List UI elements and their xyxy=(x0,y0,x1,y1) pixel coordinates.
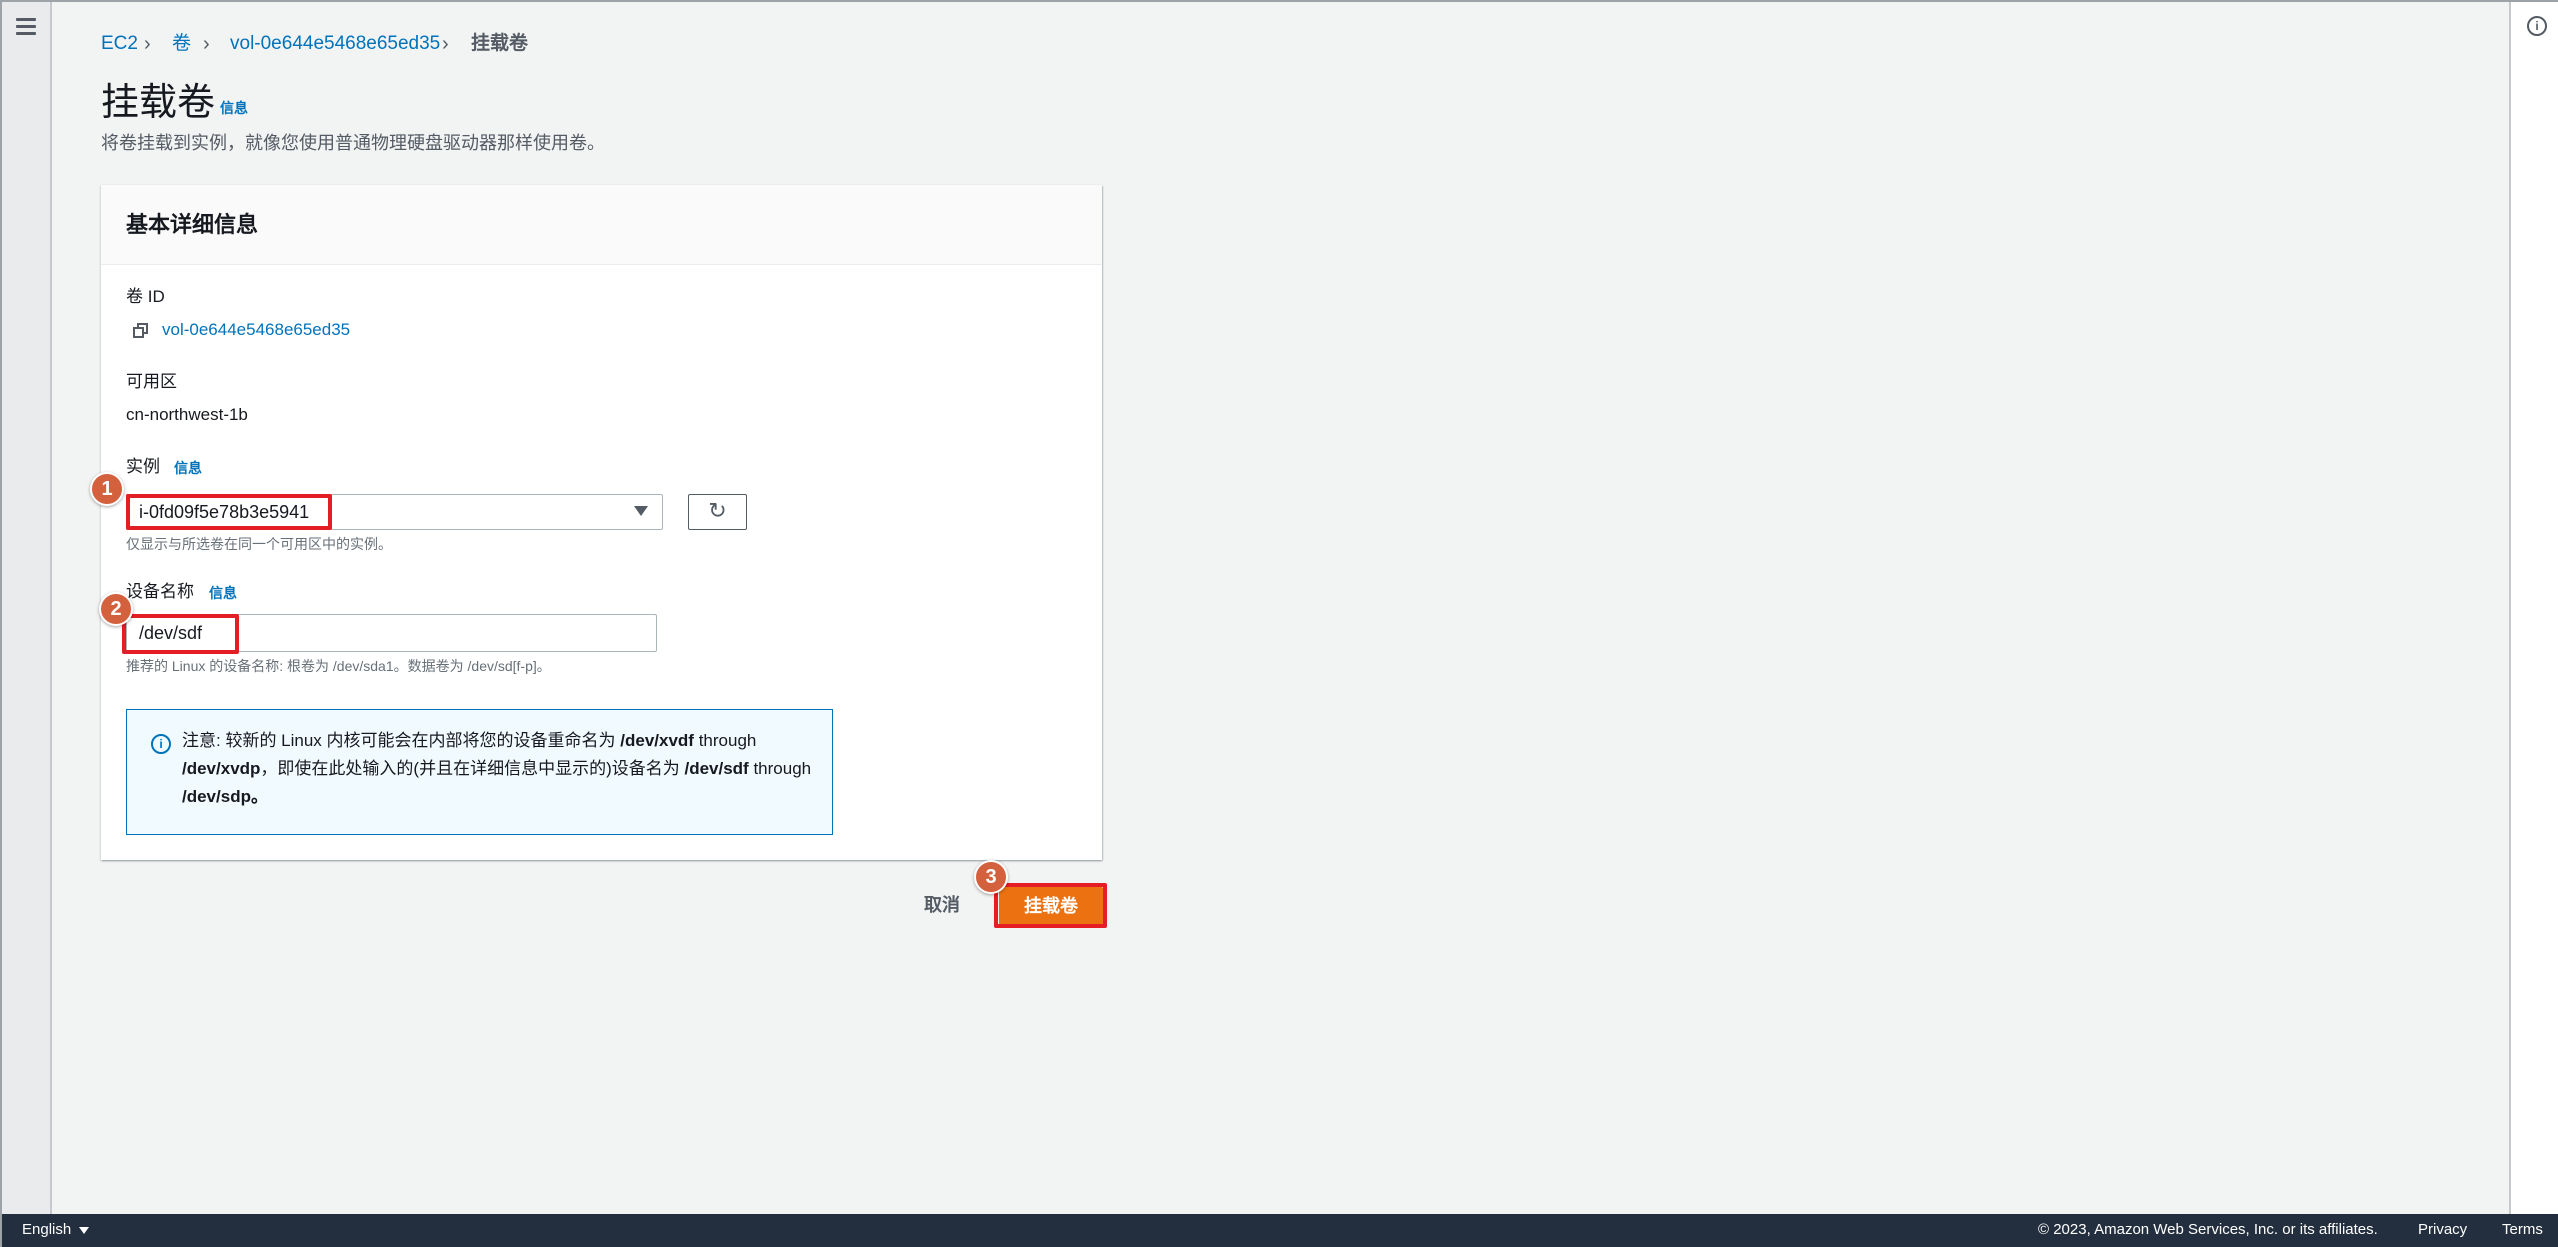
info-callout: i 注意: 较新的 Linux 内核可能会在内部将您的设备重命名为 /dev/x… xyxy=(126,709,833,835)
instance-label: 实例 xyxy=(126,457,160,476)
chevron-right-icon: › xyxy=(144,33,151,55)
instance-info-link[interactable]: 信息 xyxy=(174,458,202,478)
terms-link[interactable]: Terms xyxy=(2502,1220,2543,1240)
callout-device-path: /dev/xvdf xyxy=(620,731,694,750)
callout-text: 注意: 较新的 Linux 内核可能会在内部将您的设备重命名为 /dev/xvd… xyxy=(182,727,812,811)
cancel-button[interactable]: 取消 xyxy=(924,892,960,918)
page-title: 挂载卷 xyxy=(101,82,216,124)
page-description: 将卷挂载到实例，就像您使用普通物理硬盘驱动器那样使用卷。 xyxy=(101,133,605,153)
chevron-right-icon: › xyxy=(203,33,210,55)
language-select[interactable]: English xyxy=(22,1220,90,1240)
callout-text-part: 注意: 较新的 Linux 内核可能会在内部将您的设备重命名为 xyxy=(182,731,621,750)
instance-hint: 仅显示与所选卷在同一个可用区中的实例。 xyxy=(126,536,392,552)
attach-volume-button[interactable]: 挂载卷 xyxy=(999,887,1103,925)
hamburger-menu-icon[interactable] xyxy=(16,18,36,36)
basic-details-card: 基本详细信息 卷 ID vol-0e644e5468e65ed35 可用区 cn… xyxy=(101,185,1102,860)
device-name-input[interactable] xyxy=(126,614,657,652)
info-circle-icon[interactable]: i xyxy=(2527,16,2547,36)
callout-text-part: ，即使在此处输入的(并且在详细信息中显示的)设备名为 xyxy=(260,759,685,778)
copy-icon[interactable] xyxy=(133,323,149,339)
callout-text-part: through xyxy=(748,759,812,778)
callout-device-path: /dev/sdp。 xyxy=(182,787,268,806)
callout-device-path: /dev/sdf xyxy=(684,759,749,778)
callout-device-path: /dev/xvdp xyxy=(182,759,261,778)
breadcrumb-volume-id[interactable]: vol-0e644e5468e65ed35 xyxy=(230,30,440,58)
callout-text-part: through xyxy=(693,731,757,750)
caret-down-icon xyxy=(79,1226,90,1234)
device-name-label: 设备名称 xyxy=(126,582,194,601)
caret-down-icon xyxy=(634,506,648,516)
volume-id-link[interactable]: vol-0e644e5468e65ed35 xyxy=(162,318,350,342)
title-info-link[interactable]: 信息 xyxy=(220,98,248,118)
card-title: 基本详细信息 xyxy=(126,212,259,237)
tools-panel-rail xyxy=(2509,2,2558,1214)
breadcrumb-volumes[interactable]: 卷 xyxy=(172,30,191,58)
breadcrumb-current: 挂载卷 xyxy=(471,33,529,54)
refresh-icon: ↻ xyxy=(708,498,727,523)
instance-select-value: i-0fd09f5e78b3e5941 xyxy=(139,502,310,522)
card-header: 基本详细信息 xyxy=(101,185,1102,265)
device-name-hint: 推荐的 Linux 的设备名称: 根卷为 /dev/sda1。数据卷为 /dev… xyxy=(126,658,551,674)
language-label: English xyxy=(22,1221,72,1238)
device-info-link[interactable]: 信息 xyxy=(209,583,237,603)
volume-id-label: 卷 ID xyxy=(126,287,165,306)
instance-select[interactable]: i-0fd09f5e78b3e5941 xyxy=(126,494,663,530)
info-circle-icon: i xyxy=(151,734,171,754)
copyright-text: © 2023, Amazon Web Services, Inc. or its… xyxy=(2038,1221,2378,1238)
availability-zone-value: cn-northwest-1b xyxy=(126,405,248,424)
footer: English © 2023, Amazon Web Services, Inc… xyxy=(2,1214,2558,1247)
refresh-instances-button[interactable]: ↻ xyxy=(688,494,747,530)
availability-zone-label: 可用区 xyxy=(126,372,177,391)
left-navigation-rail xyxy=(2,2,52,1214)
privacy-link[interactable]: Privacy xyxy=(2418,1220,2467,1240)
chevron-right-icon: › xyxy=(442,33,449,55)
breadcrumb-ec2[interactable]: EC2 xyxy=(101,30,138,58)
